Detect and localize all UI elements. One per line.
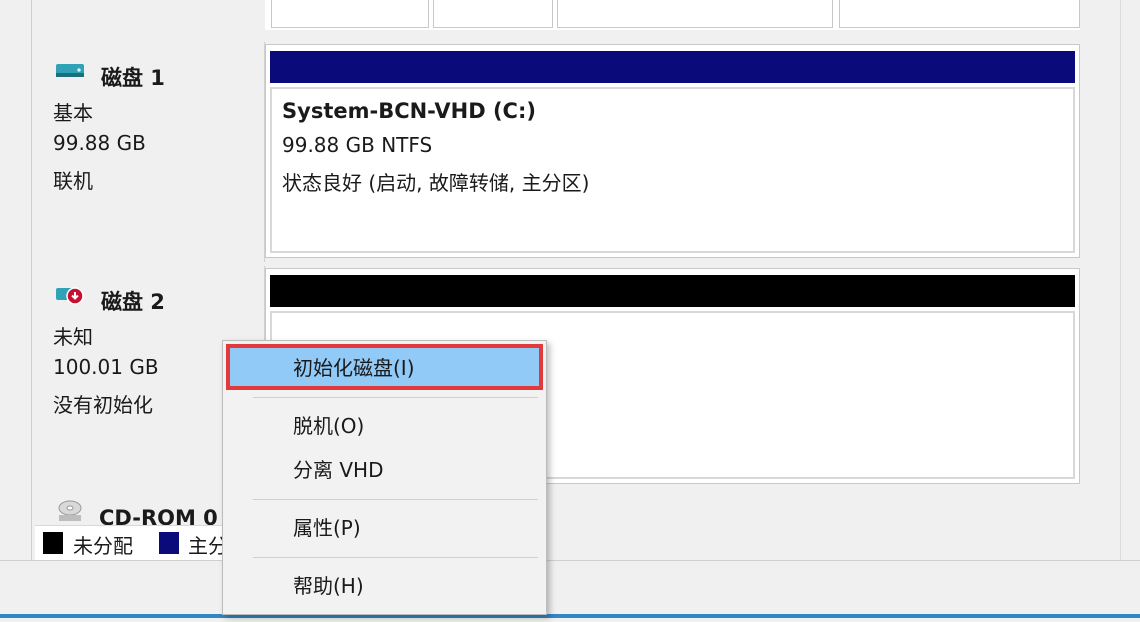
previous-disk-row bbox=[265, 0, 1080, 30]
menu-separator bbox=[253, 499, 538, 500]
primary-partition-bar bbox=[270, 51, 1075, 83]
partition-cell[interactable] bbox=[271, 0, 429, 28]
partition-cell[interactable] bbox=[557, 0, 833, 28]
volume-c[interactable]: System-BCN-VHD (C:) 99.88 GB NTFS 状态良好 (… bbox=[270, 87, 1075, 253]
red-highlight-annotation bbox=[226, 344, 543, 390]
partition-cell[interactable] bbox=[433, 0, 553, 28]
disk-status: 没有初始化 bbox=[53, 393, 153, 417]
status-bar bbox=[0, 560, 1140, 622]
menu-item-offline[interactable]: 脱机(O) bbox=[227, 406, 542, 446]
cd-rom-icon bbox=[58, 500, 82, 521]
volume-filesystem: 99.88 GB NTFS bbox=[282, 133, 433, 157]
legend: 未分配 主分 bbox=[35, 525, 235, 560]
unallocated-bar bbox=[270, 275, 1075, 307]
legend-swatch-primary bbox=[159, 532, 179, 554]
menu-item-detach-vhd[interactable]: 分离 VHD bbox=[227, 450, 542, 490]
vertical-scrollbar[interactable] bbox=[1120, 0, 1140, 560]
disk-1-partitions: System-BCN-VHD (C:) 99.88 GB NTFS 状态良好 (… bbox=[265, 44, 1080, 258]
cdrom-title: CD-ROM 0 bbox=[99, 506, 218, 525]
disk-type: 未知 bbox=[53, 325, 93, 349]
legend-swatch-unallocated bbox=[43, 532, 63, 554]
taskbar-edge bbox=[0, 614, 1140, 618]
volume-title: System-BCN-VHD (C:) bbox=[282, 99, 536, 123]
disk-drive-icon bbox=[56, 64, 84, 77]
partition-cell[interactable] bbox=[839, 0, 1080, 28]
disk-title: 磁盘 1 bbox=[101, 66, 165, 90]
disk-error-icon bbox=[56, 287, 84, 305]
disk-type: 基本 bbox=[53, 101, 93, 125]
menu-item-help[interactable]: 帮助(H) bbox=[227, 566, 542, 606]
menu-separator bbox=[253, 557, 538, 558]
menu-item-properties[interactable]: 属性(P) bbox=[227, 508, 542, 548]
left-frame bbox=[0, 0, 32, 568]
legend-label-unallocated: 未分配 bbox=[73, 534, 133, 558]
disk-status: 联机 bbox=[53, 169, 93, 193]
disk-size: 99.88 GB bbox=[53, 131, 146, 155]
disk-size: 100.01 GB bbox=[53, 355, 159, 379]
volume-health: 状态良好 (启动, 故障转储, 主分区) bbox=[282, 171, 590, 195]
disk-title: 磁盘 2 bbox=[101, 290, 165, 314]
disk-1-label[interactable]: 磁盘 1 基本 99.88 GB 联机 bbox=[35, 42, 265, 262]
menu-separator bbox=[253, 397, 538, 398]
disk-context-menu: 初始化磁盘(I) 脱机(O) 分离 VHD 属性(P) 帮助(H) bbox=[222, 340, 547, 615]
